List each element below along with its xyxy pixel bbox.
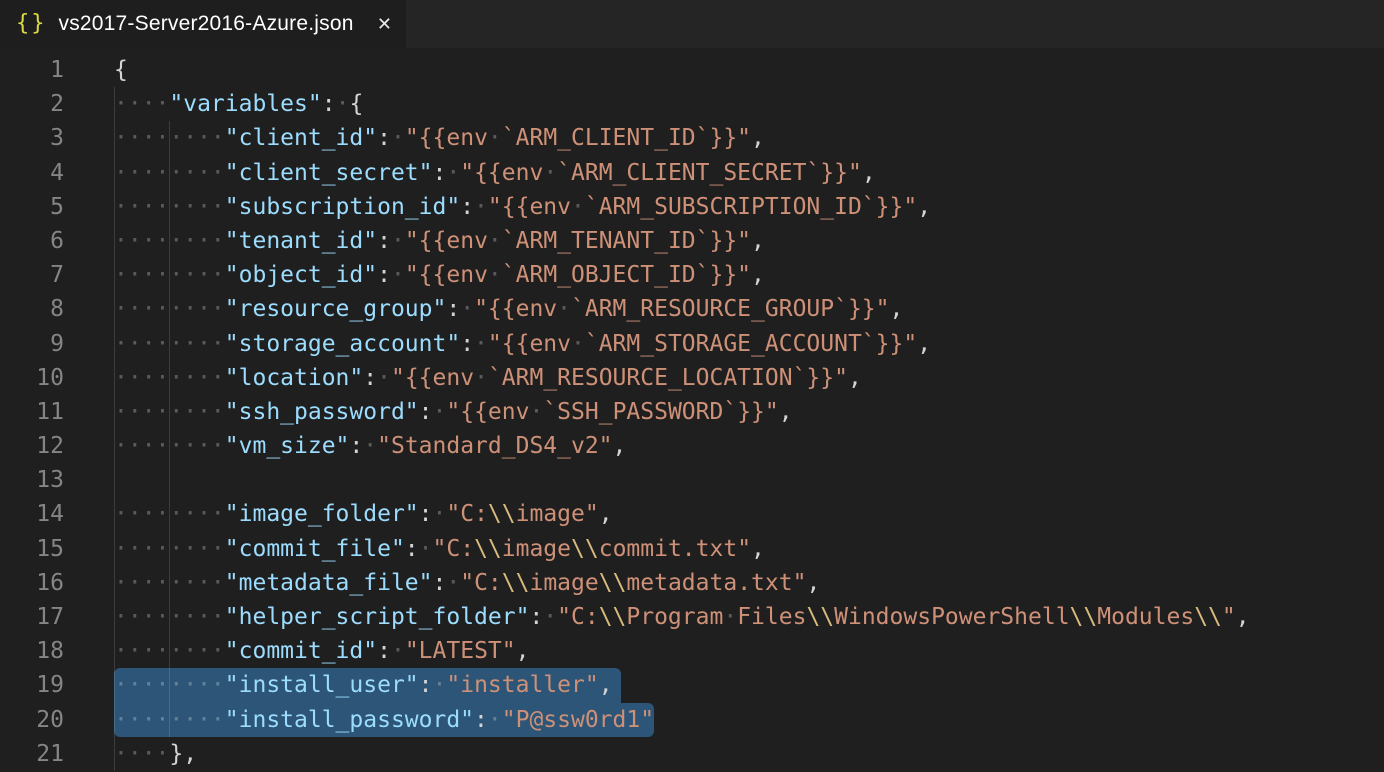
code-line[interactable]: 14 ········"image_folder":·"C:\\image", xyxy=(0,497,1384,531)
line-number[interactable]: 8 xyxy=(0,292,64,326)
line-number[interactable]: 20 xyxy=(0,703,64,737)
code-line[interactable]: 13 xyxy=(0,463,1384,497)
code-tokens: ········"ssh_password":·"{{env·`SSH_PASS… xyxy=(114,399,793,425)
code-content[interactable]: ········"resource_group":·"{{env·`ARM_RE… xyxy=(114,292,1384,326)
code-content[interactable]: ········"location":·"{{env·`ARM_RESOURCE… xyxy=(114,361,1384,395)
line-number[interactable]: 7 xyxy=(0,258,64,292)
code-tokens: ········"client_secret":·"{{env·`ARM_CLI… xyxy=(114,160,876,186)
code-line[interactable]: 15 ········"commit_file":·"C:\\image\\com… xyxy=(0,532,1384,566)
code-tokens: ········"tenant_id":·"{{env·`ARM_TENANT_… xyxy=(114,228,765,254)
line-number[interactable]: 5 xyxy=(0,190,64,224)
line-number[interactable]: 16 xyxy=(0,566,64,600)
line-number[interactable]: 19 xyxy=(0,668,64,702)
code-content[interactable]: ········"metadata_file":·"C:\\image\\met… xyxy=(114,566,1384,600)
code-tokens: { xyxy=(114,57,128,83)
code-tokens: ········"vm_size":·"Standard_DS4_v2", xyxy=(114,433,626,459)
code-line[interactable]: 19 ········"install_user":·"installer", xyxy=(0,668,1384,702)
code-line[interactable]: 18 ········"commit_id":·"LATEST", xyxy=(0,634,1384,668)
json-file-icon: {} xyxy=(16,11,47,36)
code-tokens: ········"client_id":·"{{env·`ARM_CLIENT_… xyxy=(114,125,765,151)
code-line[interactable]: 3 ········"client_id":·"{{env·`ARM_CLIENT… xyxy=(0,121,1384,155)
vscode-window: {} vs2017-Server2016-Azure.json ✕ 1{2···… xyxy=(0,0,1384,771)
code-line[interactable]: 6 ········"tenant_id":·"{{env·`ARM_TENANT… xyxy=(0,224,1384,258)
tab-title: vs2017-Server2016-Azure.json xyxy=(59,12,354,36)
code-tokens: ········"image_folder":·"C:\\image", xyxy=(114,501,613,527)
code-content[interactable]: { xyxy=(114,53,1384,87)
code-content[interactable]: ········"helper_script_folder":·"C:\\Pro… xyxy=(114,600,1384,634)
code-content[interactable]: ····"variables":·{ xyxy=(114,87,1384,121)
code-content[interactable]: ········"install_user":·"installer", xyxy=(114,668,1384,702)
code-line[interactable]: 20 ········"install_password":·"P@ssw0rd1… xyxy=(0,703,1384,737)
code-line[interactable]: 16 ········"metadata_file":·"C:\\image\\m… xyxy=(0,566,1384,600)
code-content[interactable]: ········"commit_id":·"LATEST", xyxy=(114,634,1384,668)
code-tokens: ········"metadata_file":·"C:\\image\\met… xyxy=(114,570,820,596)
line-number[interactable]: 9 xyxy=(0,327,64,361)
code-line[interactable]: 9 ········"storage_account":·"{{env·`ARM_… xyxy=(0,327,1384,361)
line-number[interactable]: 14 xyxy=(0,497,64,531)
code-line[interactable]: 8 ········"resource_group":·"{{env·`ARM_R… xyxy=(0,292,1384,326)
line-number[interactable]: 3 xyxy=(0,121,64,155)
line-number[interactable]: 1 xyxy=(0,53,64,87)
code-tokens: ········"commit_id":·"LATEST", xyxy=(114,638,529,664)
code-tokens: ········"resource_group":·"{{env·`ARM_RE… xyxy=(114,296,903,322)
code-content[interactable]: ········"image_folder":·"C:\\image", xyxy=(114,497,1384,531)
line-number[interactable]: 12 xyxy=(0,429,64,463)
code-line[interactable]: 5 ········"subscription_id":·"{{env·`ARM_… xyxy=(0,190,1384,224)
code-line[interactable]: 11 ········"ssh_password":·"{{env·`SSH_PA… xyxy=(0,395,1384,429)
code-content[interactable]: ········"ssh_password":·"{{env·`SSH_PASS… xyxy=(114,395,1384,429)
code-tokens: ········"commit_file":·"C:\\image\\commi… xyxy=(114,536,765,562)
code-line[interactable]: 2 ····"variables":·{ xyxy=(0,87,1384,121)
tab-vs2017-server2016-azure[interactable]: {} vs2017-Server2016-Azure.json ✕ xyxy=(0,0,406,48)
editor[interactable]: 1{2····"variables":·{3········"client_id… xyxy=(0,48,1384,771)
code-line[interactable]: 12 ········"vm_size":·"Standard_DS4_v2", xyxy=(0,429,1384,463)
code-tokens: ········"install_user":·"installer", xyxy=(114,672,613,698)
code-content[interactable]: ········"subscription_id":·"{{env·`ARM_S… xyxy=(114,190,1384,224)
code-line[interactable]: 7 ········"object_id":·"{{env·`ARM_OBJECT… xyxy=(0,258,1384,292)
line-number[interactable]: 13 xyxy=(0,463,64,497)
code-content[interactable]: ········"client_secret":·"{{env·`ARM_CLI… xyxy=(114,156,1384,190)
code-line[interactable]: 17 ········"helper_script_folder":·"C:\\P… xyxy=(0,600,1384,634)
code-tokens: ········"location":·"{{env·`ARM_RESOURCE… xyxy=(114,365,862,391)
code-content[interactable]: ········"storage_account":·"{{env·`ARM_S… xyxy=(114,327,1384,361)
code-line[interactable]: 4 ········"client_secret":·"{{env·`ARM_CL… xyxy=(0,156,1384,190)
line-number[interactable]: 21 xyxy=(0,737,64,771)
code-line[interactable]: 10 ········"location":·"{{env·`ARM_RESOUR… xyxy=(0,361,1384,395)
code-tokens: ········"subscription_id":·"{{env·`ARM_S… xyxy=(114,194,931,220)
code-tokens: ········"object_id":·"{{env·`ARM_OBJECT_… xyxy=(114,262,765,288)
code-content[interactable]: ····}, xyxy=(114,737,1384,771)
line-number[interactable]: 4 xyxy=(0,156,64,190)
line-number[interactable]: 15 xyxy=(0,532,64,566)
code-content[interactable]: ········"object_id":·"{{env·`ARM_OBJECT_… xyxy=(114,258,1384,292)
code-tokens: ········"helper_script_folder":·"C:\\Pro… xyxy=(114,604,1250,630)
code-tokens: ····"variables":·{ xyxy=(114,91,363,117)
line-number[interactable]: 10 xyxy=(0,361,64,395)
code-tokens: ········"install_password":·"P@ssw0rd1" xyxy=(114,707,654,733)
code-content[interactable]: ········"vm_size":·"Standard_DS4_v2", xyxy=(114,429,1384,463)
line-number[interactable]: 2 xyxy=(0,87,64,121)
code-tokens: ········"storage_account":·"{{env·`ARM_S… xyxy=(114,331,931,357)
indent-guide xyxy=(114,463,115,497)
close-icon[interactable]: ✕ xyxy=(377,14,392,35)
code-line[interactable]: 21 ····}, xyxy=(0,737,1384,771)
line-number[interactable]: 18 xyxy=(0,634,64,668)
code-content[interactable]: ········"client_id":·"{{env·`ARM_CLIENT_… xyxy=(114,121,1384,155)
code-content[interactable]: ········"commit_file":·"C:\\image\\commi… xyxy=(114,532,1384,566)
code-line[interactable]: 1{ xyxy=(0,53,1384,87)
code-content[interactable] xyxy=(114,463,1384,497)
line-number[interactable]: 6 xyxy=(0,224,64,258)
code-tokens: ····}, xyxy=(114,741,197,767)
tab-bar: {} vs2017-Server2016-Azure.json ✕ xyxy=(0,0,1384,48)
code-content[interactable]: ········"tenant_id":·"{{env·`ARM_TENANT_… xyxy=(114,224,1384,258)
line-number[interactable]: 11 xyxy=(0,395,64,429)
indent-guide xyxy=(169,463,170,497)
line-number[interactable]: 17 xyxy=(0,600,64,634)
code-content[interactable]: ········"install_password":·"P@ssw0rd1" xyxy=(114,703,1384,737)
